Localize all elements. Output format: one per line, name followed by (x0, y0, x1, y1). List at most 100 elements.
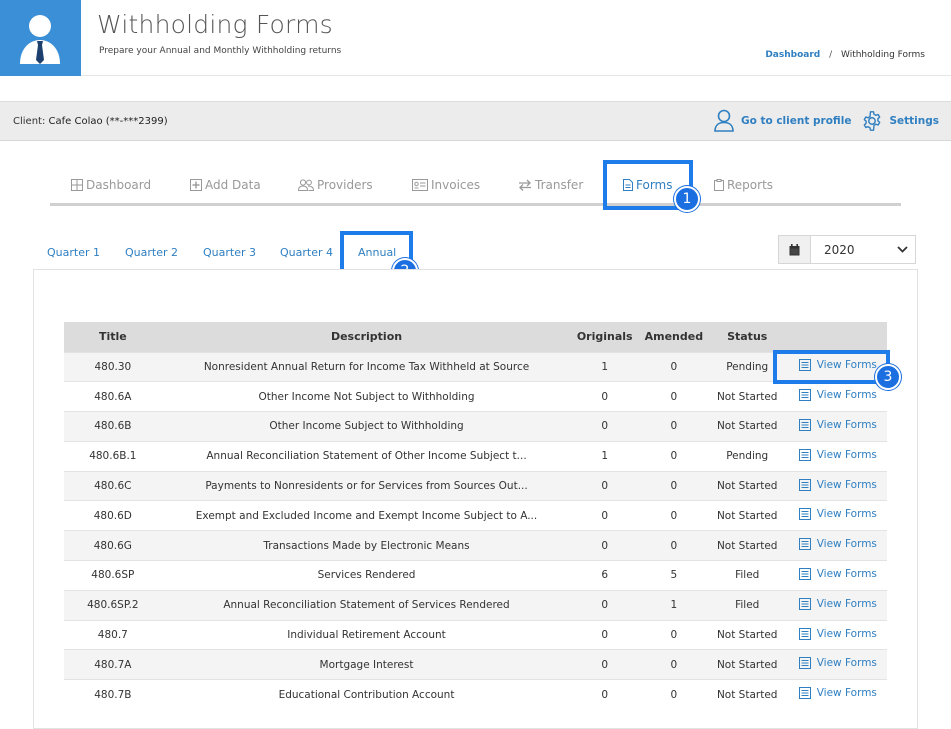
user-avatar-icon (20, 15, 60, 64)
table-row: 480.6B Other Income Subject to Withholdin… (64, 411, 887, 442)
view-forms-label: View Forms (816, 418, 877, 431)
table-row: 480.7A Mortgage Interest 0 0 Not Started View… (64, 649, 887, 680)
view-forms-link[interactable]: View Forms (798, 418, 877, 431)
table-row: 480.7 Individual Retirement Account 0 0 Not … (64, 619, 887, 650)
view-forms-label: View Forms (816, 657, 877, 670)
tab-dashboard[interactable]: Dashboard (71, 166, 151, 204)
cell-status: Filed (709, 589, 785, 621)
cell-actions: View Forms (784, 500, 887, 531)
document-list-icon (798, 418, 811, 431)
cell-amended: 0 (638, 530, 710, 561)
document-list-icon (798, 597, 811, 610)
view-forms-label: View Forms (816, 687, 877, 700)
sub-tab-quarter-2[interactable]: Quarter 2 (125, 246, 178, 259)
cell-description: Nonresident Annual Return for Income Tax… (161, 351, 572, 382)
cell-actions: View Forms (784, 679, 887, 710)
main-tabs: Dashboard Add Data Providers Invoices Tr… (50, 166, 901, 206)
breadcrumb-separator: / (829, 50, 833, 60)
cell-actions: View Forms (784, 649, 887, 680)
cell-originals: 1 (571, 351, 639, 382)
document-list-icon (798, 508, 811, 521)
cell-title: 480.7B (64, 679, 162, 710)
sub-tab-quarter-3[interactable]: Quarter 3 (203, 246, 256, 259)
view-forms-link[interactable]: View Forms (798, 687, 877, 700)
cell-originals: 0 (571, 589, 639, 621)
breadcrumb-dashboard-link[interactable]: Dashboard (765, 50, 820, 60)
cell-description: Individual Retirement Account (161, 619, 572, 650)
cell-originals: 0 (571, 679, 639, 710)
view-forms-link[interactable]: View Forms (798, 478, 877, 491)
clipboard-icon (714, 179, 724, 191)
annotation-badge-1: 1 (674, 186, 700, 212)
tab-invoices[interactable]: Invoices (412, 166, 480, 204)
client-info: Client: Cafe Colao (**-***2399) (13, 116, 168, 127)
view-forms-link[interactable]: View Forms (798, 508, 877, 521)
highlight-view-forms (773, 350, 890, 384)
page-header: Withholding Forms Prepare your Annual an… (0, 0, 951, 76)
view-forms-link[interactable]: View Forms (798, 389, 877, 402)
view-forms-link[interactable]: View Forms (798, 567, 877, 580)
cell-title: 480.6SP (64, 560, 162, 591)
cell-title: 480.6A (64, 381, 162, 412)
cell-title: 480.30 (64, 351, 162, 382)
client-bar: Client: Cafe Colao (**-***2399) Go to cl… (0, 101, 951, 141)
sub-tab-quarter-1[interactable]: Quarter 1 (47, 246, 100, 259)
view-forms-link[interactable]: View Forms (798, 597, 877, 610)
table-row: 480.30 Nonresident Annual Return for Inco… (64, 351, 887, 382)
cell-actions: View Forms (784, 619, 887, 650)
col-header-status: Status (709, 322, 785, 352)
cell-title: 480.7A (64, 649, 162, 680)
settings-link[interactable]: Settings (861, 110, 939, 132)
cell-status: Not Started (709, 411, 785, 442)
tab-providers[interactable]: Providers (298, 166, 373, 204)
view-forms-label: View Forms (816, 567, 877, 580)
document-list-icon (798, 448, 811, 461)
sub-tab-quarter-4[interactable]: Quarter 4 (280, 246, 333, 259)
table-row: 480.6A Other Income Not Subject to Withho… (64, 381, 887, 412)
cell-description: Annual Reconciliation Statement of Servi… (161, 589, 572, 621)
page-subtitle: Prepare your Annual and Monthly Withhold… (99, 46, 342, 56)
cell-title: 480.6B.1 (64, 440, 162, 472)
cell-amended: 0 (638, 381, 710, 412)
cell-actions: View Forms (784, 470, 887, 501)
page-title: Withholding Forms (97, 10, 333, 39)
breadcrumb-current: Withholding Forms (841, 50, 925, 60)
col-header-title: Title (64, 322, 162, 352)
cell-originals: 0 (571, 530, 639, 561)
document-list-icon (798, 657, 811, 670)
go-to-client-profile-link[interactable]: Go to client profile (713, 109, 851, 133)
tab-add-data[interactable]: Add Data (190, 166, 261, 204)
tab-invoices-label: Invoices (431, 178, 481, 192)
cell-description: Mortgage Interest (161, 649, 572, 680)
cell-amended: 0 (638, 679, 710, 710)
year-select[interactable]: 2020 (778, 235, 916, 264)
view-forms-link[interactable]: View Forms (798, 448, 877, 461)
grid-icon (71, 179, 83, 191)
cell-actions: View Forms (784, 560, 887, 591)
cell-description: Annual Reconciliation Statement of Other… (161, 440, 572, 472)
document-list-icon (798, 538, 811, 551)
tab-transfer[interactable]: Transfer (518, 166, 583, 204)
cell-description: Payments to Nonresidents or for Services… (161, 470, 572, 501)
chevron-down-icon (889, 236, 915, 263)
gear-icon (864, 111, 881, 131)
user-outline-icon (714, 109, 734, 132)
cell-status: Pending (709, 440, 785, 472)
cell-title: 480.6G (64, 530, 162, 561)
document-list-icon (798, 389, 811, 402)
tab-reports[interactable]: Reports (714, 166, 773, 204)
table-row: 480.6B.1 Annual Reconciliation Statement … (64, 440, 887, 472)
view-forms-link[interactable]: View Forms (798, 538, 877, 551)
table-row: 480.6SP Services Rendered 6 5 Filed View Form… (64, 560, 887, 591)
cell-status: Not Started (709, 530, 785, 561)
view-forms-link[interactable]: View Forms (798, 627, 877, 640)
view-forms-label: View Forms (816, 448, 877, 461)
document-list-icon (798, 567, 811, 580)
avatar (0, 0, 81, 76)
table-row: 480.7B Educational Contribution Account 0 0… (64, 679, 887, 710)
view-forms-label: View Forms (816, 597, 877, 610)
cell-originals: 1 (571, 440, 639, 472)
cell-originals: 0 (571, 470, 639, 501)
view-forms-link[interactable]: View Forms (798, 657, 877, 670)
users-icon (298, 179, 314, 191)
